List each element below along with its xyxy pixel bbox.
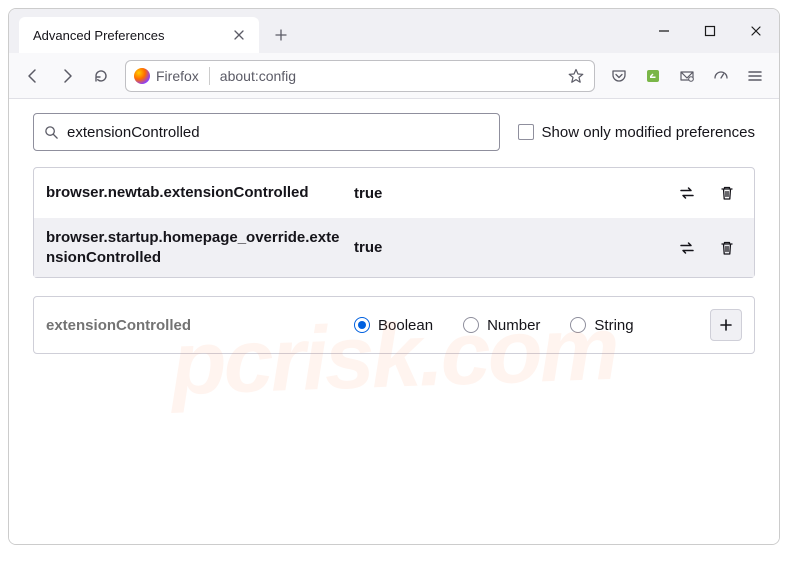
- radio-icon: [463, 317, 479, 333]
- identity-label: Firefox: [156, 68, 199, 84]
- close-tab-icon[interactable]: [229, 25, 249, 45]
- toggle-button[interactable]: [672, 178, 702, 208]
- type-radio-group: Boolean Number String: [354, 317, 700, 334]
- new-tab-button[interactable]: [265, 19, 297, 51]
- forward-button[interactable]: [51, 60, 83, 92]
- window-controls: [641, 9, 779, 53]
- radio-icon: [354, 317, 370, 333]
- minimize-button[interactable]: [641, 9, 687, 53]
- url-bar[interactable]: Firefox about:config: [125, 60, 595, 92]
- mail-button[interactable]: [671, 60, 703, 92]
- radio-label: Number: [487, 317, 540, 334]
- search-row: Show only modified preferences: [33, 113, 755, 151]
- identity-box[interactable]: Firefox: [134, 67, 210, 85]
- maximize-button[interactable]: [687, 9, 733, 53]
- pref-value: true: [354, 239, 662, 256]
- toggle-button[interactable]: [672, 233, 702, 263]
- extension-button[interactable]: [637, 60, 669, 92]
- radio-boolean[interactable]: Boolean: [354, 317, 433, 334]
- browser-tab[interactable]: Advanced Preferences: [19, 17, 259, 53]
- pref-row[interactable]: browser.newtab.extensionControlled true: [34, 168, 754, 218]
- search-icon: [44, 125, 59, 140]
- pref-value: true: [354, 185, 662, 202]
- browser-window: Advanced Preferences: [8, 8, 780, 545]
- search-box[interactable]: [33, 113, 500, 151]
- radio-icon: [570, 317, 586, 333]
- show-modified-checkbox[interactable]: Show only modified preferences: [518, 124, 755, 141]
- radio-label: String: [594, 317, 633, 334]
- bookmark-star-icon[interactable]: [564, 64, 588, 88]
- back-button[interactable]: [17, 60, 49, 92]
- url-text: about:config: [220, 68, 564, 84]
- firefox-logo-icon: [134, 68, 150, 84]
- checkbox-icon: [518, 124, 534, 140]
- reload-button[interactable]: [85, 60, 117, 92]
- about-config-content: Show only modified preferences browser.n…: [9, 99, 779, 544]
- close-window-button[interactable]: [733, 9, 779, 53]
- new-pref-row: extensionControlled Boolean Number Strin…: [34, 297, 754, 353]
- new-pref-box: extensionControlled Boolean Number Strin…: [33, 296, 755, 354]
- tab-title: Advanced Preferences: [33, 28, 229, 43]
- radio-string[interactable]: String: [570, 317, 633, 334]
- titlebar: Advanced Preferences: [9, 9, 779, 53]
- app-menu-button[interactable]: [739, 60, 771, 92]
- radio-number[interactable]: Number: [463, 317, 540, 334]
- add-pref-button[interactable]: [710, 309, 742, 341]
- pref-name: browser.startup.homepage_override.extens…: [46, 228, 344, 267]
- pref-name: browser.newtab.extensionControlled: [46, 183, 344, 203]
- dashboard-button[interactable]: [705, 60, 737, 92]
- toolbar: Firefox about:config: [9, 53, 779, 99]
- pref-row[interactable]: browser.startup.homepage_override.extens…: [34, 218, 754, 277]
- prefs-list: browser.newtab.extensionControlled true …: [33, 167, 755, 278]
- search-input[interactable]: [67, 124, 489, 141]
- radio-label: Boolean: [378, 317, 433, 334]
- checkbox-label-text: Show only modified preferences: [542, 124, 755, 141]
- delete-button[interactable]: [712, 178, 742, 208]
- pocket-button[interactable]: [603, 60, 635, 92]
- delete-button[interactable]: [712, 233, 742, 263]
- new-pref-name: extensionControlled: [46, 317, 344, 334]
